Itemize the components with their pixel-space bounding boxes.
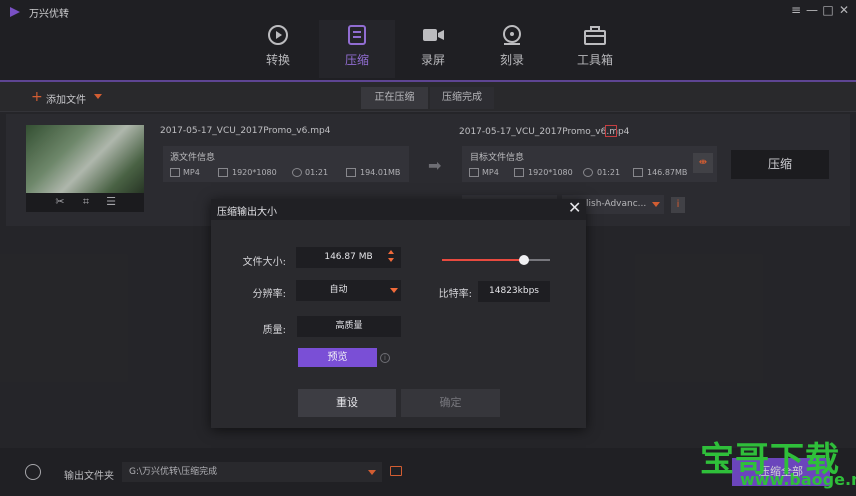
file-size-input[interactable]: 146.87 MB xyxy=(296,247,401,268)
dialog-title: 压缩输出大小 xyxy=(217,207,277,218)
decrement-icon[interactable] xyxy=(388,258,394,262)
info-icon[interactable]: i xyxy=(380,353,390,363)
resolution-label: 分辨率: xyxy=(252,289,286,300)
chevron-down-icon[interactable] xyxy=(390,288,398,293)
watermark-url: www.baoge.net xyxy=(740,470,856,489)
compress-output-dialog xyxy=(211,199,586,428)
resolution-select[interactable]: 自动 xyxy=(296,280,401,301)
quality-select[interactable]: 高质量 xyxy=(297,316,401,337)
bitrate-label: 比特率: xyxy=(438,289,472,300)
file-size-label: 文件大小: xyxy=(242,257,286,268)
close-icon[interactable]: ✕ xyxy=(568,200,581,216)
size-slider-handle[interactable] xyxy=(518,255,529,265)
quality-label: 质量: xyxy=(262,325,286,336)
increment-icon[interactable] xyxy=(388,250,394,254)
bitrate-value: 14823kbps xyxy=(478,281,550,302)
reset-button[interactable]: 重设 xyxy=(298,389,396,417)
size-slider-fill xyxy=(442,259,524,261)
confirm-button[interactable]: 确定 xyxy=(401,389,500,417)
preview-button[interactable]: 预览 xyxy=(298,348,377,367)
